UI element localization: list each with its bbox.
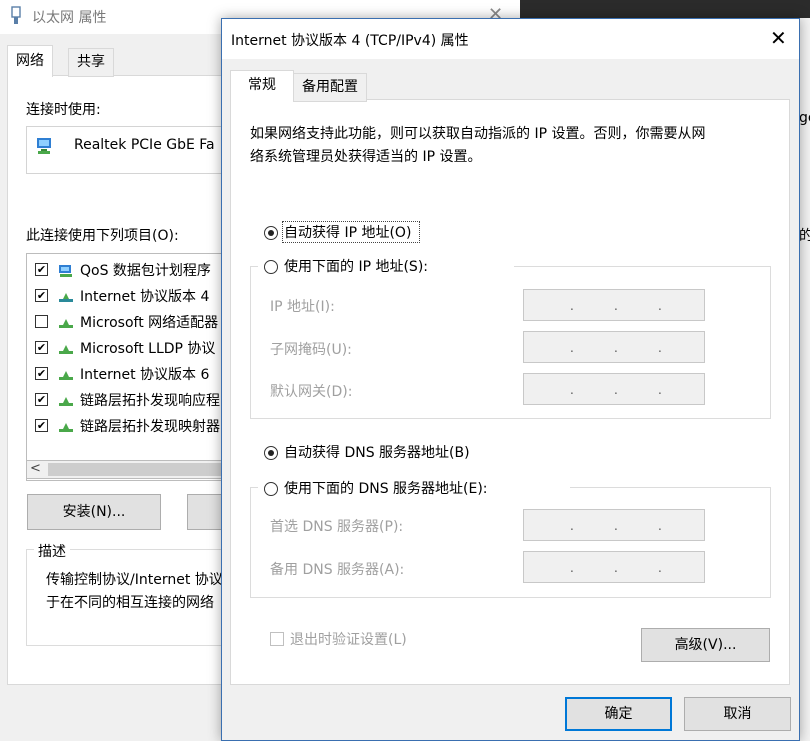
alternate-dns-label: 备用 DNS 服务器(A): bbox=[270, 562, 405, 578]
list-item[interactable]: ✔ Internet 协议版本 6 bbox=[27, 361, 237, 387]
item-checkbox[interactable] bbox=[35, 315, 48, 328]
tab-network[interactable]: 网络 bbox=[7, 45, 53, 77]
item-label: 链路层拓扑发现响应程 bbox=[80, 393, 220, 409]
ok-button[interactable]: 确定 bbox=[565, 697, 672, 731]
dns-manual-radio[interactable] bbox=[264, 482, 278, 496]
ip-dot: . bbox=[570, 561, 574, 575]
ip-dot: . bbox=[614, 341, 618, 355]
ip-address-label: IP 地址(I): bbox=[270, 299, 335, 315]
scroll-left-icon[interactable]: < bbox=[30, 461, 41, 476]
background-window-titlebar bbox=[520, 0, 810, 18]
list-item[interactable]: Microsoft 网络适配器 bbox=[27, 309, 237, 335]
item-checkbox[interactable]: ✔ bbox=[35, 289, 48, 302]
list-item[interactable]: ✔ 链路层拓扑发现响应程 bbox=[27, 387, 237, 413]
protocol-icon bbox=[59, 293, 73, 302]
gateway-label: 默认网关(D): bbox=[270, 384, 353, 400]
network-adapter-icon bbox=[11, 6, 21, 24]
item-checkbox[interactable]: ✔ bbox=[35, 367, 48, 380]
list-item[interactable]: ✔ Microsoft LLDP 协议 bbox=[27, 335, 237, 361]
tab-alternate-config[interactable]: 备用配置 bbox=[293, 73, 367, 102]
qos-network-icon bbox=[59, 265, 72, 277]
description-label: 描述 bbox=[34, 541, 70, 561]
tab-share[interactable]: 共享 bbox=[68, 48, 114, 77]
item-checkbox[interactable]: ✔ bbox=[35, 341, 48, 354]
protocol-icon bbox=[59, 371, 73, 380]
tab-general[interactable]: 常规 bbox=[230, 70, 294, 101]
info-text: 如果网络支持此功能，则可以获取自动指派的 IP 设置。否则，你需要从网 bbox=[250, 126, 706, 142]
preferred-dns-label: 首选 DNS 服务器(P): bbox=[270, 519, 404, 535]
ip-dot: . bbox=[658, 299, 662, 313]
item-label: Microsoft LLDP 协议 bbox=[80, 341, 216, 357]
connection-items-list[interactable]: ✔ QoS 数据包计划程序 ✔ Internet 协议版本 4 Microsof… bbox=[26, 253, 238, 481]
ip-auto-label[interactable]: 自动获得 IP 地址(O) bbox=[284, 222, 411, 242]
cancel-button[interactable]: 取消 bbox=[684, 697, 791, 731]
list-item[interactable]: ✔ 链路层拓扑发现映射器 bbox=[27, 413, 237, 439]
list-item[interactable]: ✔ Internet 协议版本 4 bbox=[27, 283, 237, 309]
description-text: 于在不同的相互连接的网络 bbox=[46, 595, 214, 611]
ip-dot: . bbox=[570, 519, 574, 533]
gateway-field: ... bbox=[523, 373, 705, 405]
close-icon[interactable]: ✕ bbox=[770, 28, 787, 48]
dns-auto-radio[interactable] bbox=[264, 446, 278, 460]
ip-dot: . bbox=[658, 561, 662, 575]
edge-text: 的 bbox=[799, 228, 810, 244]
protocol-icon bbox=[59, 345, 73, 354]
item-label: Microsoft 网络适配器 bbox=[80, 315, 219, 331]
item-label: Internet 协议版本 4 bbox=[80, 289, 210, 305]
network-card-icon bbox=[37, 138, 51, 154]
install-button[interactable]: 安装(N)... bbox=[27, 494, 161, 530]
validate-on-exit-checkbox bbox=[270, 632, 284, 646]
validate-on-exit-label: 退出时验证设置(L) bbox=[290, 632, 407, 648]
ip-dot: . bbox=[570, 383, 574, 397]
ip-dot: . bbox=[614, 299, 618, 313]
description-text: 传输控制协议/Internet 协议 bbox=[46, 572, 223, 588]
ip-dot: . bbox=[614, 383, 618, 397]
ip-dot: . bbox=[658, 341, 662, 355]
ip-dot: . bbox=[570, 341, 574, 355]
item-label: Internet 协议版本 6 bbox=[80, 367, 210, 383]
ip-manual-label[interactable]: 使用下面的 IP 地址(S): bbox=[284, 256, 428, 276]
subnet-mask-field: ... bbox=[523, 331, 705, 363]
ethernet-window-title: 以太网 属性 bbox=[32, 10, 107, 26]
advanced-button[interactable]: 高级(V)... bbox=[641, 628, 770, 662]
info-text: 络系统管理员处获得适当的 IP 设置。 bbox=[250, 149, 482, 165]
adapter-name: Realtek PCIe GbE Fa bbox=[74, 137, 215, 153]
dns-manual-label[interactable]: 使用下面的 DNS 服务器地址(E): bbox=[284, 478, 488, 498]
subnet-mask-label: 子网掩码(U): bbox=[270, 342, 352, 358]
list-item[interactable]: ✔ QoS 数据包计划程序 bbox=[27, 257, 237, 283]
protocol-icon bbox=[59, 423, 73, 432]
item-checkbox[interactable]: ✔ bbox=[35, 263, 48, 276]
ip-dot: . bbox=[658, 383, 662, 397]
alternate-dns-field: ... bbox=[523, 551, 705, 583]
item-checkbox[interactable]: ✔ bbox=[35, 419, 48, 432]
connect-using-label: 连接时使用: bbox=[26, 102, 101, 118]
ip-dot: . bbox=[658, 519, 662, 533]
protocol-icon bbox=[59, 397, 73, 406]
preferred-dns-field: ... bbox=[523, 509, 705, 541]
items-list-label: 此连接使用下列项目(O): bbox=[26, 228, 179, 244]
item-label: 链路层拓扑发现映射器 bbox=[80, 419, 220, 435]
scrollbar-thumb[interactable] bbox=[48, 463, 228, 476]
item-checkbox[interactable]: ✔ bbox=[35, 393, 48, 406]
ip-dot: . bbox=[614, 519, 618, 533]
ip-address-field: ... bbox=[523, 289, 705, 321]
ip-dot: . bbox=[614, 561, 618, 575]
edge-text: ge bbox=[799, 110, 810, 126]
item-label: QoS 数据包计划程序 bbox=[80, 263, 211, 279]
protocol-icon bbox=[59, 319, 73, 328]
ip-dot: . bbox=[570, 299, 574, 313]
ip-auto-radio[interactable] bbox=[264, 226, 278, 240]
dialog-title: Internet 协议版本 4 (TCP/IPv4) 属性 bbox=[231, 33, 469, 49]
dns-auto-label[interactable]: 自动获得 DNS 服务器地址(B) bbox=[284, 442, 470, 462]
ip-manual-radio[interactable] bbox=[264, 260, 278, 274]
